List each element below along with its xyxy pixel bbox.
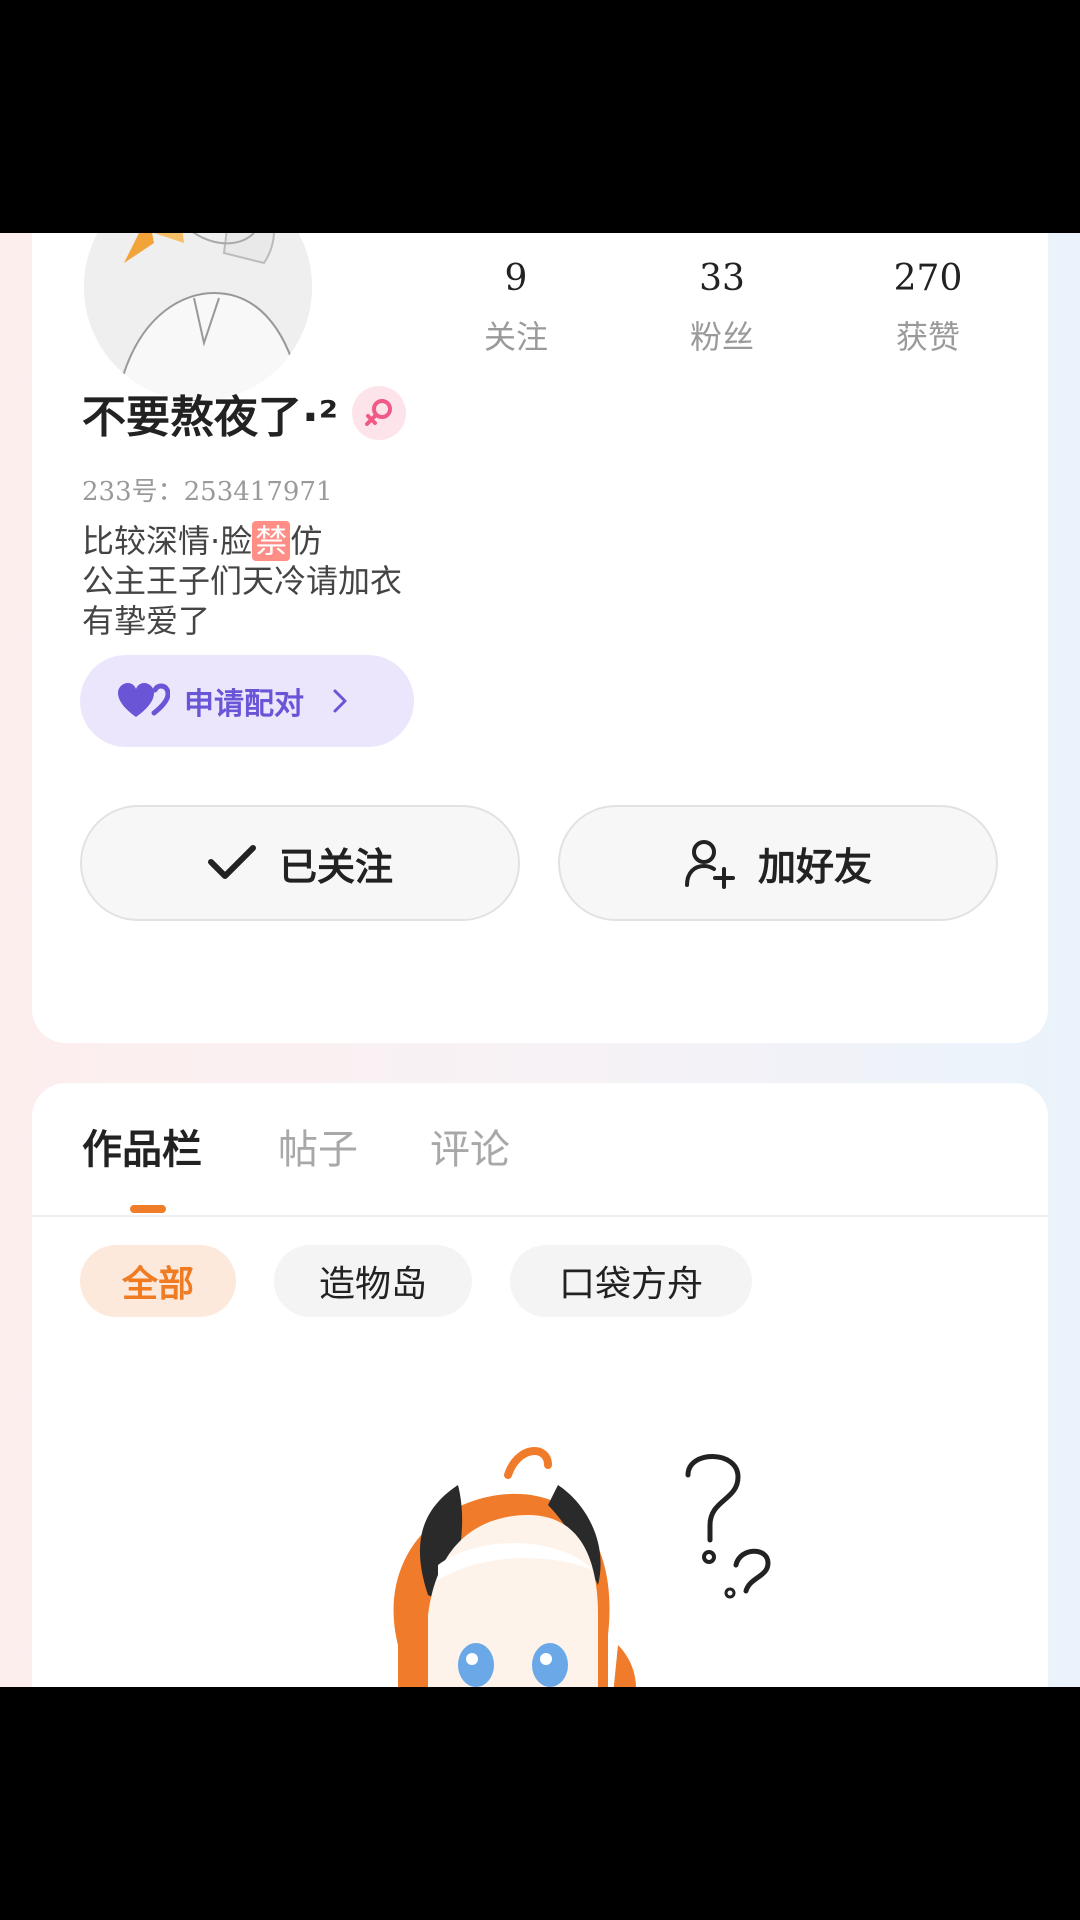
following-button[interactable]: 已关注 — [80, 805, 520, 921]
add-friend-button[interactable]: 加好友 — [558, 805, 998, 921]
tab-works[interactable]: 作品栏 — [82, 1117, 202, 1175]
following-count: 9 — [504, 258, 528, 299]
filter-all[interactable]: 全部 — [80, 1245, 236, 1317]
stat-fans[interactable]: 33 粉丝 — [632, 257, 812, 359]
user-id-value: 253417971 — [183, 477, 333, 507]
female-icon — [352, 386, 406, 440]
following-button-label: 已关注 — [278, 844, 393, 889]
filter-pocket-ark[interactable]: 口袋方舟 — [510, 1245, 752, 1317]
bio-line-2: 公主王子们天冷请加衣 — [82, 562, 403, 600]
checkmark-icon — [207, 844, 257, 882]
screen-content: 9 关注 33 粉丝 270 获赞 不要熬夜了·² 233号：253417971… — [0, 233, 1080, 1687]
name-row: 不要熬夜了·² — [82, 383, 406, 443]
hearts-icon — [118, 683, 170, 719]
following-label: 关注 — [483, 318, 548, 356]
add-friend-label: 加好友 — [757, 844, 872, 889]
bio-line-1-text: 比较深情·脸 — [82, 522, 253, 560]
stat-following[interactable]: 9 关注 — [426, 257, 606, 359]
pair-request-button[interactable]: 申请配对 — [80, 655, 414, 747]
fans-label: 粉丝 — [689, 318, 754, 356]
bio-line-3: 有挚爱了 — [82, 602, 211, 640]
ban-badge: 禁 — [252, 521, 291, 561]
profile-card: 9 关注 33 粉丝 270 获赞 不要熬夜了·² 233号：253417971… — [32, 233, 1048, 1043]
stats-row: 9 关注 33 粉丝 270 获赞 — [432, 257, 1052, 367]
filter-creation-island[interactable]: 造物岛 — [274, 1245, 472, 1317]
username: 不要熬夜了·² — [82, 392, 338, 443]
user-id: 233号：253417971 — [82, 471, 333, 508]
add-user-icon — [684, 837, 736, 889]
bio-line-1: 比较深情·脸禁仿 — [82, 521, 402, 561]
tab-posts[interactable]: 帖子 — [278, 1117, 358, 1175]
active-tab-indicator — [130, 1205, 166, 1213]
bio: 比较深情·脸禁仿 公主王子们天冷请加衣 有挚爱了 — [82, 521, 402, 641]
likes-label: 获赞 — [895, 318, 960, 356]
works-card: 作品栏 帖子 评论 全部 造物岛 口袋方舟 — [32, 1083, 1048, 1687]
chevron-right-icon — [332, 688, 348, 714]
pair-request-label: 申请配对 — [184, 687, 304, 722]
stat-likes[interactable]: 270 获赞 — [838, 257, 1018, 359]
user-id-label: 233号： — [82, 477, 184, 507]
bio-line-1-tail: 仿 — [290, 522, 323, 560]
fans-count: 33 — [699, 258, 745, 299]
tab-comments[interactable]: 评论 — [430, 1117, 510, 1175]
likes-count: 270 — [893, 258, 963, 299]
empty-state-mascot — [358, 1445, 818, 1687]
avatar[interactable] — [84, 233, 312, 401]
content-tabs: 作品栏 帖子 评论 — [32, 1083, 1048, 1217]
